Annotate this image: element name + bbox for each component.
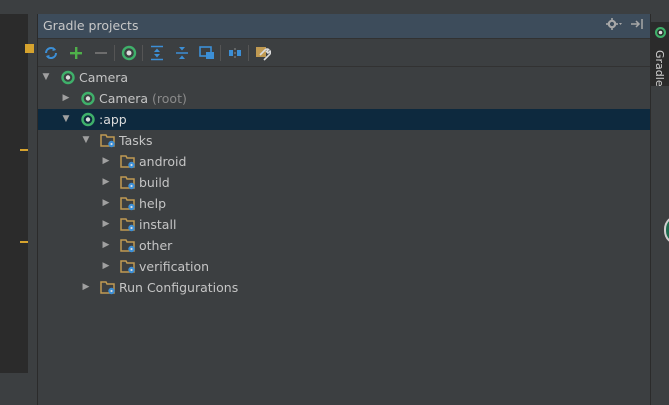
- panel-title-bar: Gradle projects: [38, 14, 650, 39]
- editor-status: [0, 373, 28, 405]
- tree-node-task-group[interactable]: ▶ android: [38, 151, 650, 172]
- task-folder-icon: [120, 176, 135, 190]
- tree-node-camera-root[interactable]: ▶ Camera (root): [38, 88, 650, 109]
- expanded-arrow-icon[interactable]: ▼: [40, 67, 52, 88]
- editor-gutter: [0, 0, 28, 405]
- expand-all-icon: [150, 45, 163, 60]
- gradle-toolbar: [38, 39, 650, 67]
- tree-label: build: [139, 175, 170, 190]
- tree-label: Camera: [79, 70, 129, 85]
- gradle-icon: [654, 26, 667, 39]
- execute-task-button[interactable]: [116, 41, 141, 65]
- collapsed-arrow-icon[interactable]: ▶: [100, 214, 112, 235]
- tree-node-task-group[interactable]: ▶ other: [38, 235, 650, 256]
- task-folder-icon: [100, 134, 115, 148]
- bookmark-marker: [25, 44, 34, 53]
- task-folder-icon: [120, 260, 135, 274]
- collapse-all-button[interactable]: [169, 41, 194, 65]
- tree-label: install: [139, 217, 177, 232]
- pin-right-icon[interactable]: [630, 17, 644, 34]
- collapsed-arrow-icon[interactable]: ▶: [60, 88, 72, 109]
- collapsed-arrow-icon[interactable]: ▶: [100, 151, 112, 172]
- tree-node-run-configurations[interactable]: ▶ Run Configurations: [38, 277, 650, 298]
- tree-node-task-group[interactable]: ▶ help: [38, 193, 650, 214]
- tree-node-task-group[interactable]: ▶ verification: [38, 256, 650, 277]
- sync-icon: [44, 46, 57, 59]
- tree-node-tasks[interactable]: ▼ Tasks: [38, 130, 650, 151]
- tree-label-text: Camera: [99, 91, 149, 106]
- root-suffix: (root): [152, 91, 187, 106]
- gear-icon[interactable]: [606, 17, 622, 34]
- run-config-folder-icon: [100, 281, 115, 295]
- gradle-project-tree: ▼ Camera ▶ Camera (root) ▼ :app ▼ Tasks …: [38, 67, 650, 298]
- right-tool-window-bar: Gradle: [650, 14, 669, 405]
- tree-label: other: [139, 238, 173, 253]
- tree-label: Camera (root): [99, 88, 187, 109]
- add-project-button[interactable]: [63, 41, 88, 65]
- collapsed-arrow-icon[interactable]: ▶: [100, 256, 112, 277]
- settings-button[interactable]: [250, 41, 275, 65]
- collapsed-arrow-icon[interactable]: ▶: [100, 193, 112, 214]
- tree-label: help: [139, 196, 167, 211]
- tree-label: Run Configurations: [119, 280, 239, 295]
- expanded-arrow-icon[interactable]: ▼: [60, 109, 72, 130]
- tree-node-app[interactable]: ▼ :app: [38, 109, 650, 130]
- panel-title: Gradle projects: [43, 18, 139, 33]
- remove-project-button[interactable]: [88, 41, 113, 65]
- offline-icon: [228, 47, 241, 58]
- gradle-project-icon: [81, 91, 95, 106]
- tree-label: Tasks: [119, 133, 153, 148]
- attach-button[interactable]: [194, 41, 219, 65]
- collapsed-arrow-icon[interactable]: ▶: [100, 172, 112, 193]
- wrench-icon: [255, 46, 271, 61]
- editor-tab-bar: [0, 0, 28, 14]
- change-marker: [20, 149, 28, 151]
- tree-node-camera[interactable]: ▼ Camera: [38, 67, 650, 88]
- gradle-tab-label: Gradle: [653, 50, 666, 87]
- plus-icon: [69, 46, 82, 59]
- expanded-arrow-icon[interactable]: ▼: [80, 130, 92, 151]
- collapsed-arrow-icon[interactable]: ▶: [100, 235, 112, 256]
- tree-label: android: [139, 154, 187, 169]
- tree-node-task-group[interactable]: ▶ install: [38, 214, 650, 235]
- tree-node-task-group[interactable]: ▶ build: [38, 172, 650, 193]
- gradle-tool-window-tab[interactable]: Gradle: [651, 22, 669, 87]
- gradle-projects-panel: Gradle projects ▼ Camera ▶ Camera (root)…: [37, 14, 650, 405]
- gradle-module-icon: [81, 112, 95, 127]
- expand-all-button[interactable]: [144, 41, 169, 65]
- refresh-all-button[interactable]: [38, 41, 63, 65]
- collapse-all-icon: [175, 46, 188, 59]
- task-folder-icon: [120, 239, 135, 253]
- gradle-project-icon: [61, 70, 75, 85]
- task-folder-icon: [120, 218, 135, 232]
- task-folder-icon: [120, 197, 135, 211]
- tree-label: verification: [139, 259, 210, 274]
- attach-icon: [198, 45, 214, 59]
- collapsed-arrow-icon[interactable]: ▶: [80, 277, 92, 298]
- task-folder-icon: [120, 155, 135, 169]
- gradle-icon: [121, 45, 136, 60]
- minus-icon: [94, 51, 107, 54]
- toggle-offline-button[interactable]: [222, 41, 247, 65]
- tree-label: :app: [99, 112, 127, 127]
- change-marker: [20, 241, 28, 243]
